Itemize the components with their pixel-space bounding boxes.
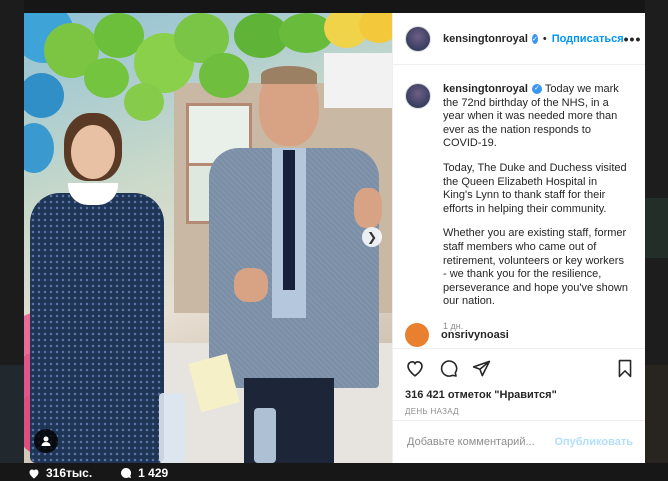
balloon bbox=[24, 73, 64, 118]
caption-paragraph: Whether you are existing staff, former s… bbox=[443, 227, 628, 308]
caption: kensingtonroyal ✓ Today we mark the 72nd … bbox=[405, 83, 633, 334]
tag-user-icon[interactable] bbox=[34, 429, 58, 453]
comment-row: onsrivynoasi bbox=[405, 323, 509, 347]
post-modal: ❯ kensingtonroyal ✓ • Подписаться ••• ke… bbox=[24, 13, 645, 463]
caption-text: kensingtonroyal ✓ Today we mark the 72nd … bbox=[443, 83, 628, 334]
water-bottle bbox=[254, 408, 276, 463]
comment-icon bbox=[121, 467, 132, 478]
balloon bbox=[84, 58, 129, 98]
post-actions: 316 421 отметок "Нравится" ДЕНЬ НАЗАД bbox=[393, 348, 645, 420]
comment-bar: Опубликовать bbox=[393, 420, 645, 463]
avatar[interactable] bbox=[405, 25, 431, 52]
action-icons bbox=[405, 357, 633, 379]
verified-badge-icon: ✓ bbox=[531, 84, 542, 95]
feed-stats: 316тыс. 1 429 bbox=[28, 466, 168, 480]
follow-button[interactable]: Подписаться bbox=[552, 33, 624, 45]
heart-icon[interactable] bbox=[405, 359, 425, 377]
post-header: kensingtonroyal ✓ • Подписаться ••• bbox=[393, 13, 645, 65]
comment-icon[interactable] bbox=[439, 359, 458, 378]
more-options-icon[interactable]: ••• bbox=[624, 31, 642, 47]
feed-likes: 316тыс. bbox=[28, 466, 92, 480]
header-username[interactable]: kensingtonroyal bbox=[443, 33, 528, 45]
avatar[interactable] bbox=[405, 83, 431, 109]
share-icon[interactable] bbox=[472, 359, 491, 378]
post-photo[interactable]: ❯ bbox=[24, 13, 392, 463]
duchess-figure bbox=[24, 113, 174, 463]
likes-count[interactable]: 316 421 отметок "Нравится" bbox=[405, 389, 633, 401]
avatar[interactable] bbox=[405, 323, 429, 347]
caption-username[interactable]: kensingtonroyal bbox=[443, 83, 528, 95]
feed-comments-count: 1 429 bbox=[138, 466, 169, 480]
post-timestamp: ДЕНЬ НАЗАД bbox=[405, 407, 459, 416]
feed-comments: 1 429 bbox=[120, 466, 168, 480]
bookmark-icon[interactable] bbox=[617, 359, 633, 378]
feed-likes-count: 316тыс. bbox=[46, 466, 93, 480]
next-photo-icon[interactable]: ❯ bbox=[362, 227, 382, 247]
post-side-panel: kensingtonroyal ✓ • Подписаться ••• kens… bbox=[392, 13, 645, 463]
publish-button[interactable]: Опубликовать bbox=[554, 436, 633, 448]
comment-username[interactable]: onsrivynoasi bbox=[441, 329, 509, 341]
verified-badge-icon: ✓ bbox=[531, 33, 538, 44]
water-bottle bbox=[159, 393, 185, 463]
caption-paragraph: Today, The Duke and Duchess visited the … bbox=[443, 161, 627, 215]
separator-dot: • bbox=[542, 32, 547, 45]
caption-area: kensingtonroyal ✓ Today we mark the 72nd … bbox=[393, 65, 645, 348]
comment-input[interactable] bbox=[405, 435, 555, 449]
heart-icon bbox=[29, 469, 39, 478]
